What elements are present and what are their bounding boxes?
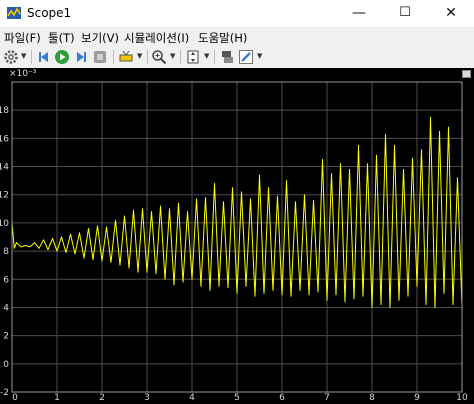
cursor-measure-icon[interactable] — [219, 49, 235, 65]
menu-view[interactable]: 보기(V) — [81, 30, 119, 46]
window-title: Scope1 — [27, 6, 72, 20]
chevron-down-icon[interactable]: ▼ — [204, 52, 209, 60]
toolbar-separator — [214, 50, 215, 64]
menu-file[interactable]: 파일(F) — [4, 30, 41, 46]
menu-help[interactable]: 도움말(H) — [198, 30, 247, 46]
toolbar-separator — [180, 50, 181, 64]
toolbar-separator — [147, 50, 148, 64]
undock-button[interactable] — [462, 70, 471, 78]
autoscale-icon[interactable] — [185, 49, 201, 65]
step-back-icon[interactable] — [36, 49, 52, 65]
stop-icon[interactable] — [92, 49, 108, 65]
toolbar-separator — [113, 50, 114, 64]
matlab-scope-icon — [7, 7, 21, 19]
step-forward-icon[interactable] — [73, 49, 89, 65]
gear-icon[interactable] — [3, 49, 19, 65]
menu-simulation[interactable]: 시뮬레이션(I) — [124, 30, 189, 46]
run-icon[interactable] — [54, 49, 70, 65]
maximize-button[interactable]: ☐ — [382, 0, 428, 27]
chevron-down-icon[interactable]: ▼ — [21, 52, 26, 60]
menu-bar: 파일(F) 툴(T) 보기(V) 시뮬레이션(I) 도움말(H) — [0, 27, 474, 47]
chevron-down-icon[interactable]: ▼ — [257, 52, 262, 60]
toolbar-separator — [31, 50, 32, 64]
title-bar: Scope1 — ☐ ✕ — [0, 0, 474, 27]
highlight-icon[interactable] — [118, 49, 134, 65]
close-button[interactable]: ✕ — [428, 0, 474, 27]
zoom-icon[interactable] — [151, 49, 167, 65]
chevron-down-icon[interactable]: ▼ — [137, 52, 142, 60]
scope-display — [0, 68, 474, 404]
chevron-down-icon[interactable]: ▼ — [170, 52, 175, 60]
edit-icon[interactable] — [238, 49, 254, 65]
minimize-button[interactable]: — — [336, 0, 382, 27]
y-exponent-label: ×10⁻³ — [9, 69, 37, 79]
toolbar: ▼ ▼ ▼ ▼ ▼ — [0, 47, 474, 67]
menu-tools[interactable]: 툴(T) — [48, 30, 75, 46]
